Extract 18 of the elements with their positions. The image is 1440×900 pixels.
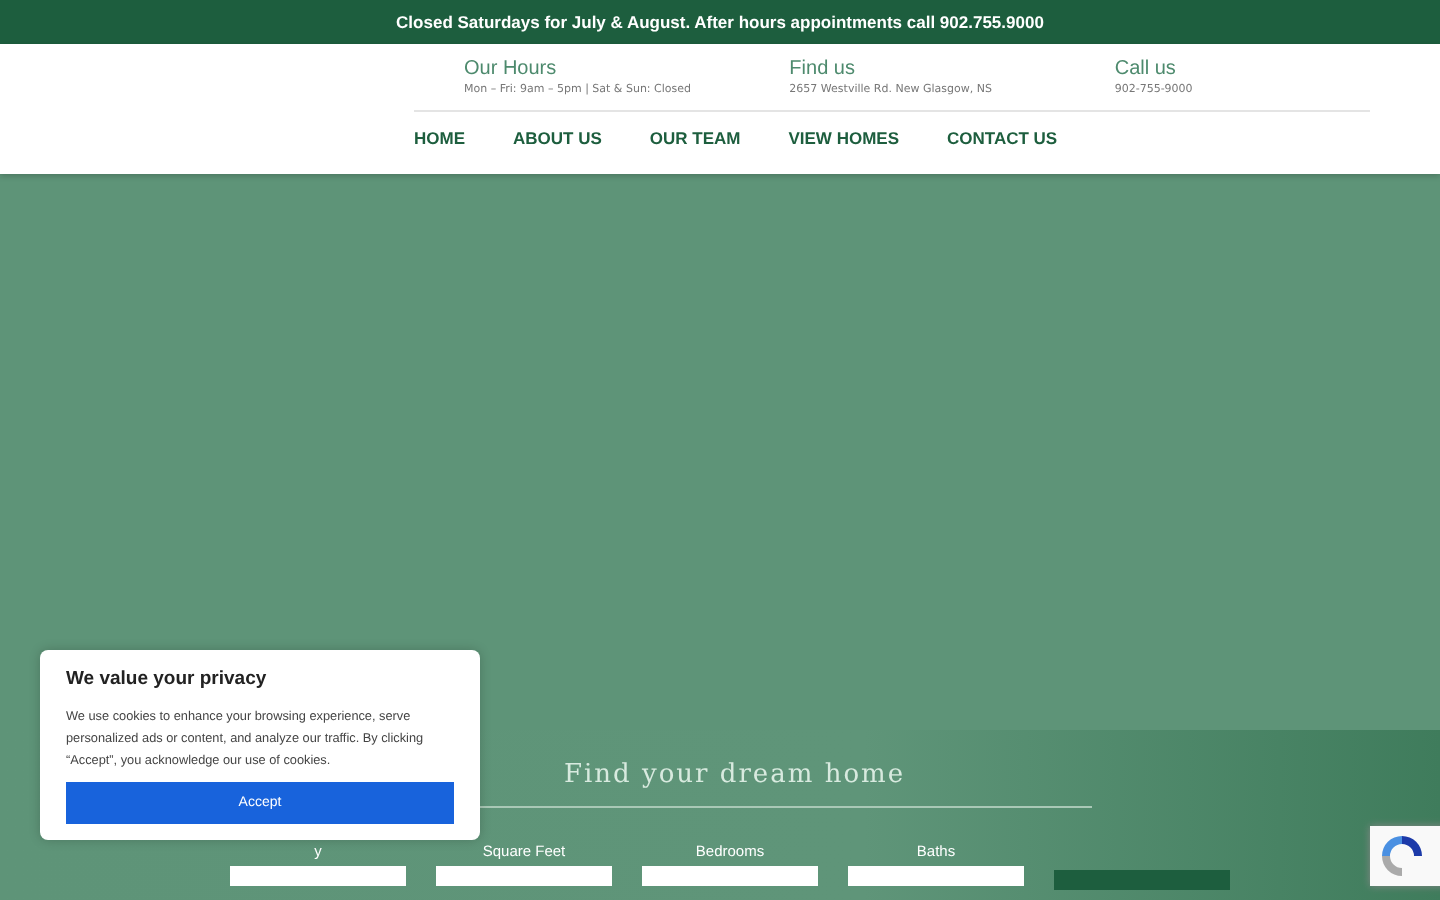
info-title: Find us — [789, 58, 857, 80]
nav-link[interactable]: VIEW HOMES — [788, 128, 899, 148]
search-button[interactable] — [1054, 870, 1230, 890]
input-field[interactable] — [642, 866, 818, 886]
info-title: Call us — [1114, 58, 1178, 80]
announcement-text: Closed Saturdays for July & August. After hours appointments call 902.755.9000 — [396, 12, 1044, 32]
info-title: Our Hours — [464, 58, 559, 80]
section-heading: Find your dream home — [564, 758, 908, 790]
nav-link[interactable]: OUR TEAM — [649, 128, 741, 148]
nav-link[interactable]: CONTACT US — [947, 128, 1058, 148]
recaptcha-icon — [1378, 832, 1426, 880]
nav-link[interactable]: ABOUT US — [513, 128, 602, 148]
cookie-title: We value your privacy — [66, 668, 269, 690]
input-field[interactable] — [230, 866, 406, 886]
input-field[interactable] — [848, 866, 1024, 886]
nav-link[interactable]: HOME — [414, 128, 465, 148]
input-field[interactable] — [436, 866, 612, 886]
recaptcha-badge[interactable] — [1370, 826, 1440, 886]
